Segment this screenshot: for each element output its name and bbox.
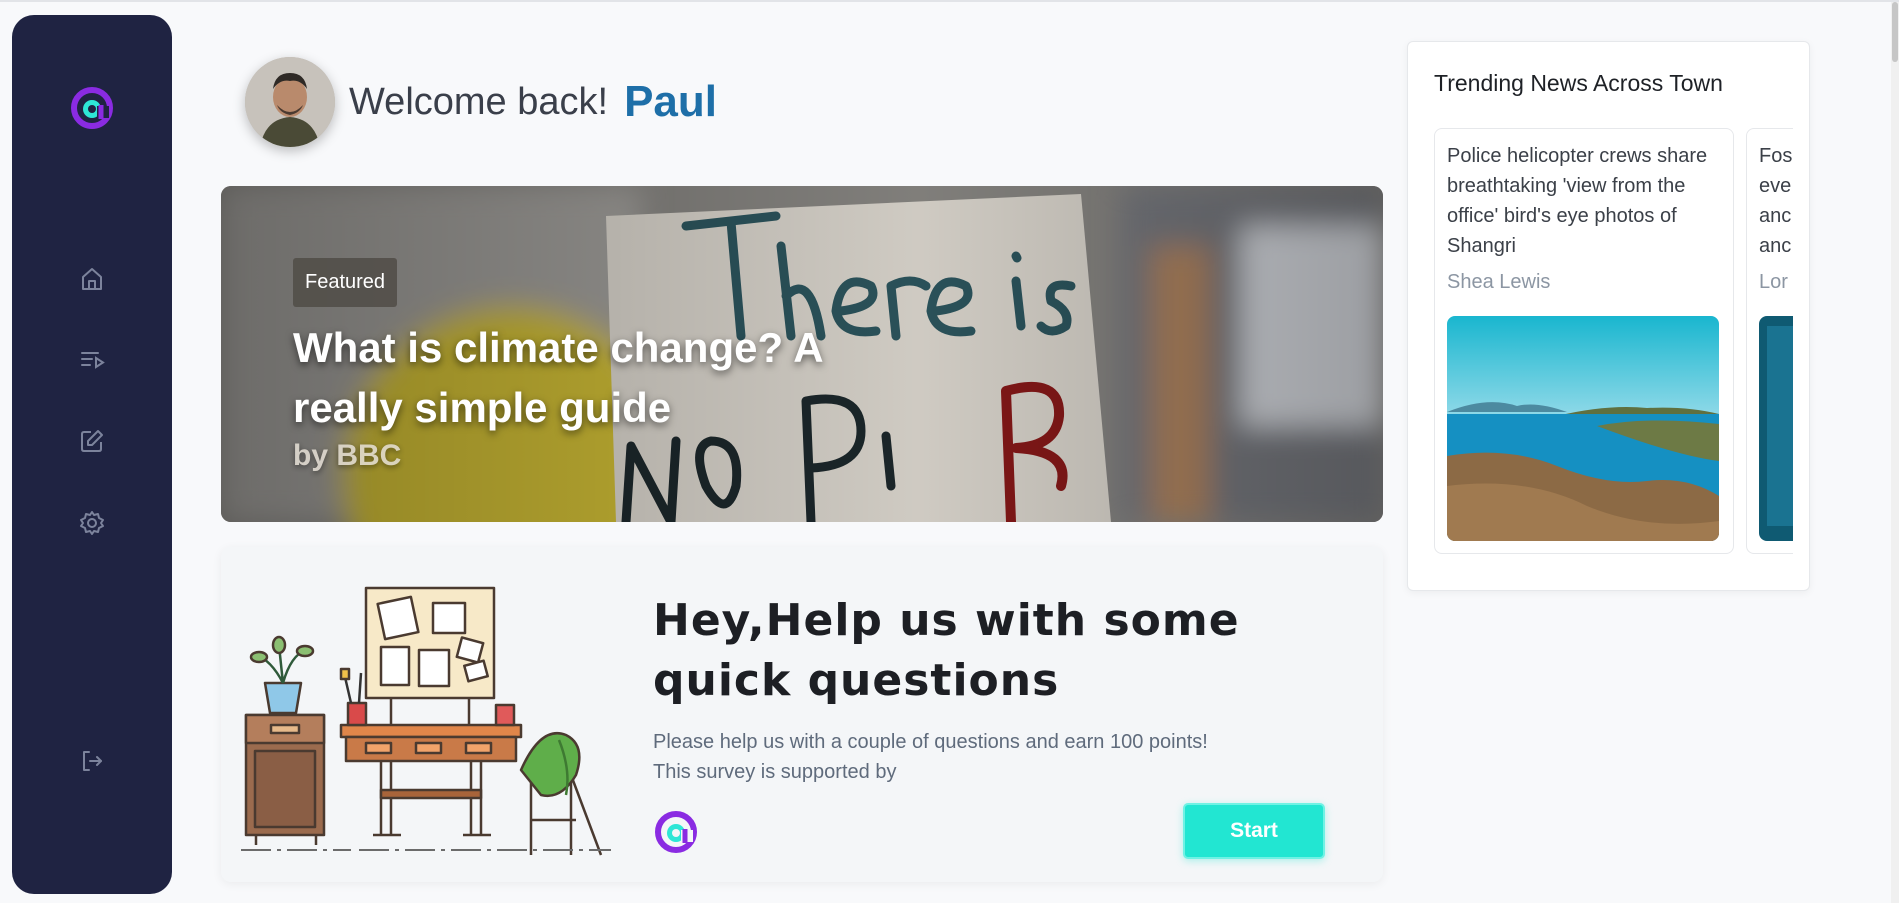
trending-carousel[interactable]: Police helicopter crews share breathtaki… [1434,128,1793,558]
featured-badge: Featured [293,258,398,307]
scrollbar-thumb[interactable] [1892,2,1898,62]
logout-icon[interactable] [78,747,106,775]
news-card[interactable]: Fos eve anc anc Lor [1746,128,1793,554]
news-thumbnail[interactable] [1447,316,1719,541]
news-card[interactable]: Police helicopter crews share breathtaki… [1434,128,1734,554]
playlist-icon[interactable] [78,346,106,374]
survey-description-line1: Please help us with a couple of question… [653,731,1208,753]
news-author: Lor [1759,271,1788,293]
username: Paul [624,77,717,126]
trending-title: Trending News Across Town [1434,70,1723,96]
page-scrollbar[interactable] [1891,2,1899,903]
news-thumbnail[interactable] [1759,316,1793,541]
news-author: Shea Lewis [1447,271,1551,293]
news-headline[interactable]: Fos eve anc anc [1759,141,1793,263]
survey-description-line2: This survey is supported by [653,761,897,783]
survey-card: Hey,Help us with some quick questions Pl… [221,547,1383,882]
sidebar [12,15,172,894]
survey-description: Please help us with a couple of question… [653,727,1273,787]
trending-news-panel: Trending News Across Town Police helicop… [1407,41,1810,591]
featured-article[interactable]: Featured What is climate change? A reall… [221,186,1383,522]
avatar[interactable] [245,57,335,147]
desk-illustration [241,586,611,856]
start-survey-button[interactable]: Start [1183,803,1325,859]
featured-title[interactable]: What is climate change? A really simple … [293,318,853,438]
gear-icon[interactable] [78,509,106,537]
sponsor-logo-icon [653,809,699,855]
app-logo-icon[interactable] [69,85,115,131]
welcome-header: Welcome back! Paul [245,56,717,148]
welcome-text: Welcome back! [349,80,609,123]
edit-icon[interactable] [78,427,106,455]
survey-title: Hey,Help us with some quick questions [653,595,1240,706]
news-headline[interactable]: Police helicopter crews share breathtaki… [1447,141,1721,263]
featured-source: by BBC [293,439,402,472]
home-icon[interactable] [78,265,106,293]
